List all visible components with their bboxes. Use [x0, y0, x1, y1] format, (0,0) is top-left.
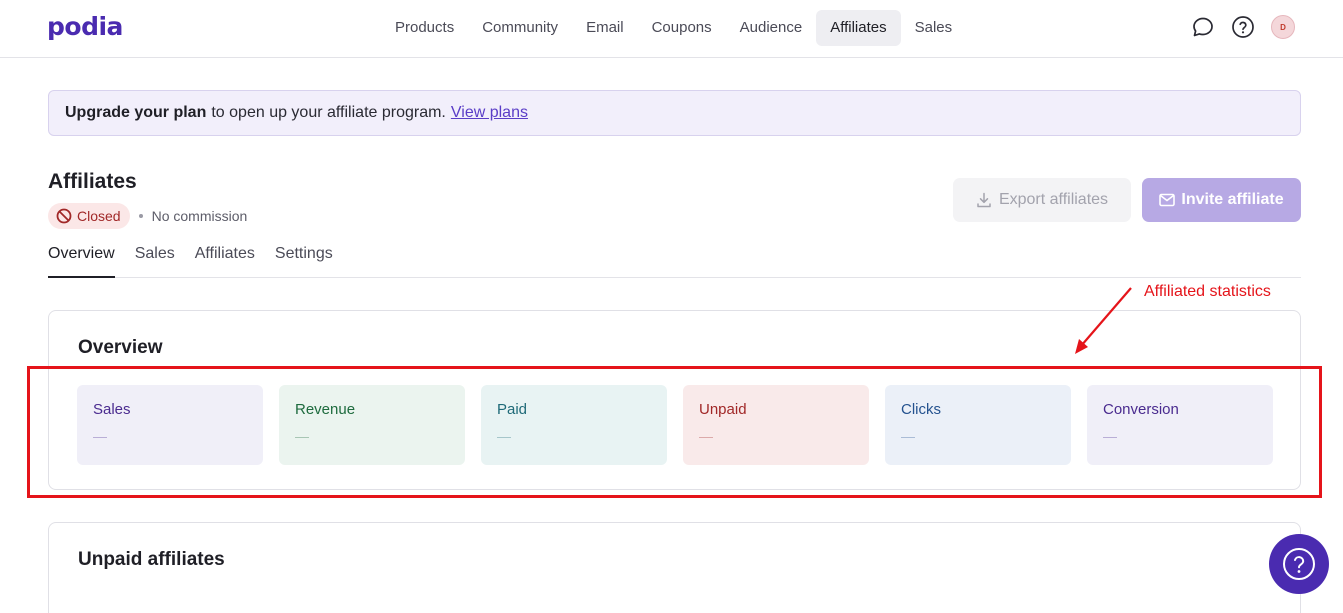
affiliates-tabs: Overview Sales Affiliates Settings — [48, 240, 1301, 278]
tab-settings[interactable]: Settings — [275, 240, 333, 278]
help-icon — [1283, 548, 1315, 580]
nav-item-coupons[interactable]: Coupons — [638, 10, 726, 46]
view-plans-link[interactable]: View plans — [451, 104, 528, 122]
overview-title: Overview — [78, 337, 163, 358]
podia-logo[interactable]: podia — [47, 12, 123, 41]
status-label: Closed — [77, 208, 121, 224]
unpaid-affiliates-card: Unpaid affiliates — [48, 522, 1301, 613]
status-badge: Closed — [48, 203, 130, 229]
top-icons: D — [1191, 15, 1295, 39]
chat-icon[interactable] — [1191, 15, 1215, 39]
nav-item-audience[interactable]: Audience — [726, 10, 817, 46]
user-avatar[interactable]: D — [1271, 15, 1295, 39]
nav-item-products[interactable]: Products — [381, 10, 468, 46]
download-icon — [977, 192, 991, 208]
prohibited-icon — [56, 208, 72, 224]
page-title: Affiliates — [48, 170, 137, 193]
top-navigation-bar: podia Products Community Email Coupons A… — [0, 0, 1343, 58]
unpaid-affiliates-title: Unpaid affiliates — [78, 549, 225, 570]
help-floating-button[interactable] — [1269, 534, 1329, 594]
tab-affiliates[interactable]: Affiliates — [195, 240, 255, 278]
invite-affiliate-button[interactable]: Invite affiliate — [1142, 178, 1301, 222]
annotation-arrow-icon — [1075, 287, 1132, 354]
tab-sales[interactable]: Sales — [135, 240, 175, 278]
nav-item-community[interactable]: Community — [468, 10, 572, 46]
banner-strong-text: Upgrade your plan — [65, 104, 207, 121]
upgrade-banner: Upgrade your plan to open up your affili… — [48, 90, 1301, 136]
status-row: Closed No commission — [48, 203, 247, 229]
annotation-highlight-box — [27, 366, 1322, 498]
nav-item-affiliates[interactable]: Affiliates — [816, 10, 901, 46]
annotation-label: Affiliated statistics — [1144, 283, 1271, 300]
help-icon[interactable] — [1231, 15, 1255, 39]
separator-dot — [138, 214, 143, 218]
nav-item-sales[interactable]: Sales — [901, 10, 967, 46]
main-nav: Products Community Email Coupons Audienc… — [381, 10, 966, 46]
export-affiliates-button[interactable]: Export affiliates — [953, 178, 1131, 222]
mail-icon — [1159, 193, 1176, 207]
invite-affiliate-label: Invite affiliate — [1181, 191, 1284, 208]
commission-text: No commission — [151, 208, 248, 224]
banner-text: to open up your affiliate program. — [211, 104, 446, 121]
nav-item-email[interactable]: Email — [572, 10, 638, 46]
tab-overview[interactable]: Overview — [48, 240, 115, 278]
export-affiliates-label: Export affiliates — [998, 191, 1109, 208]
